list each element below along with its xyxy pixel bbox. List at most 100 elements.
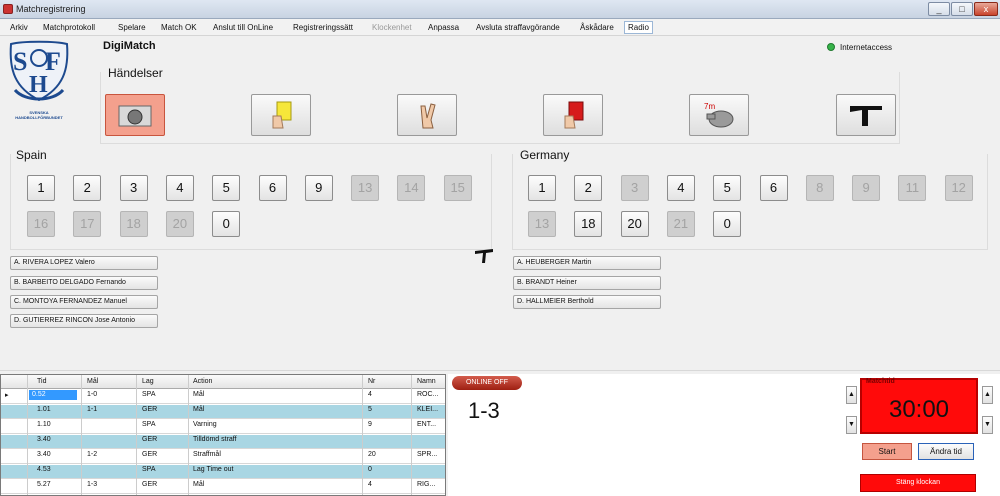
home-official-d[interactable]: D. GUTIERREZ RINCON Jose Antonio [10,314,158,328]
cell-action: Mål [193,481,205,488]
away-player-12-button[interactable]: 12 [944,175,973,201]
table-row[interactable]: 3.40 1-2 GER Straffmål 20 SPR... [1,450,445,464]
away-player-21-button[interactable]: 21 [666,211,695,237]
away-player-11-button[interactable]: 11 [898,175,927,201]
col-action[interactable]: Action [193,378,212,385]
away-official-a[interactable]: A. HEUBERGER Martin [513,256,661,270]
home-player-17-button[interactable]: 17 [73,211,102,237]
clock-left-down-button[interactable]: ▼ [846,416,857,434]
events-title: Händelser [108,66,163,80]
close-button[interactable]: x [974,2,998,16]
menu-anpassa[interactable]: Anpassa [428,23,459,32]
home-player-18-button[interactable]: 18 [119,211,148,237]
table-row[interactable]: 3.40 GER Tilldömd straff [1,435,445,449]
event-timeout-button[interactable] [836,94,896,136]
away-player-3-button[interactable]: 3 [620,175,649,201]
cell-tid: 5.27 [37,481,51,488]
col-lag[interactable]: Lag [142,378,154,385]
col-mal[interactable]: Mål [87,378,98,385]
menu-avsluta-straff[interactable]: Avsluta straffavgörande [476,23,560,32]
event-two-minutes-button[interactable] [397,94,457,136]
home-player-13-button[interactable]: 13 [351,175,380,201]
minimize-button[interactable]: _ [928,2,950,16]
match-clock-label: Matchtid [866,378,895,385]
start-clock-button[interactable]: Start [862,443,912,460]
menu-matchprotokoll[interactable]: Matchprotokoll [43,23,95,32]
home-player-14-button[interactable]: 14 [397,175,426,201]
home-player-2-button[interactable]: 2 [73,175,102,201]
away-player-9-button[interactable]: 9 [852,175,881,201]
online-status-button[interactable]: ONLINE OFF [452,376,522,390]
cell-mal: 1-3 [87,481,98,488]
menu-bar: Arkiv Matchprotokoll Spelare Match OK An… [0,19,1000,36]
menu-radio[interactable]: Radio [624,21,653,34]
cell-lag: GER [142,451,158,458]
event-7m-button[interactable]: 7m [689,94,749,136]
menu-arkiv[interactable]: Arkiv [10,23,28,32]
col-namn[interactable]: Namn [417,378,436,385]
home-player-9-button[interactable]: 9 [304,175,333,201]
away-player-4-button[interactable]: 4 [666,175,695,201]
cell-tid: 1.10 [37,421,51,428]
cell-action: Mål [193,391,205,398]
event-red-card-button[interactable] [543,94,603,136]
away-player-18-button[interactable]: 18 [574,211,603,237]
menu-spelare[interactable]: Spelare [118,23,146,32]
away-player-20-button[interactable]: 20 [620,211,649,237]
away-player-6-button[interactable]: 6 [759,175,788,201]
row-indicator-icon: ▸ [5,392,9,399]
menu-klockenhet[interactable]: Klockenhet [372,23,412,32]
away-official-b[interactable]: B. BRANDT Heiner [513,276,661,290]
home-player-4-button[interactable]: 4 [165,175,194,201]
event-yellow-card-button[interactable] [251,94,311,136]
away-player-1-button[interactable]: 1 [528,175,556,201]
table-row[interactable]: 1.10 SPA Varning 9 ENT... [1,420,445,434]
menu-registreringssatt[interactable]: Registreringssätt [293,23,353,32]
cell-mal: 1-1 [87,406,98,413]
clock-stop-bar[interactable]: Stäng klockan [860,474,976,492]
away-player-8-button[interactable]: 8 [805,175,834,201]
clock-left-up-button[interactable]: ▲ [846,386,857,404]
table-row[interactable]: 5.27 1-3 GER Mål 4 RIG... [1,480,445,494]
cell-namn: ROC... [417,391,439,398]
events-table[interactable]: Tid Mål Lag Action Nr Namn ▸ 0.52 1-0 SPA Må… [0,374,446,496]
event-goal-button[interactable] [105,94,165,136]
away-player-0-button[interactable]: 0 [713,211,742,237]
col-tid[interactable]: Tid [37,378,46,385]
seven-meter-badge: 7m [704,102,715,111]
logo-caption: SVENSKA HANDBOLLFÖRBUNDET [15,110,63,120]
home-player-5-button[interactable]: 5 [212,175,241,201]
home-player-3-button[interactable]: 3 [119,175,148,201]
menu-anslut-online[interactable]: Anslut till OnLine [213,23,273,32]
away-player-5-button[interactable]: 5 [713,175,742,201]
home-official-a[interactable]: A. RIVERA LOPEZ Valero [10,256,158,270]
away-player-2-button[interactable]: 2 [574,175,603,201]
clock-right-down-button[interactable]: ▼ [982,416,993,434]
cell-mal: 1-0 [87,391,98,398]
clock-right-up-button[interactable]: ▲ [982,386,993,404]
menu-match-ok[interactable]: Match OK [161,23,197,32]
home-player-0-button[interactable]: 0 [212,211,241,237]
maximize-button[interactable]: □ [951,2,973,16]
svg-text:H: H [29,72,48,98]
table-row[interactable]: 1.01 1-1 GER Mål 5 KLEI... [1,405,445,419]
col-nr[interactable]: Nr [368,378,375,385]
home-player-20-button[interactable]: 20 [165,211,194,237]
table-row[interactable]: ▸ 0.52 1-0 SPA Mål 4 ROC... [1,390,445,404]
cell-namn: SPR... [417,451,438,458]
table-row[interactable]: 4.53 SPA Lag Time out 0 [1,465,445,479]
home-player-15-button[interactable]: 15 [443,175,472,201]
home-official-c[interactable]: C. MONTOYA FERNANDEZ Manuel [10,295,158,309]
change-time-button[interactable]: Ändra tid [918,443,974,460]
away-player-13-button[interactable]: 13 [528,211,556,237]
home-player-1-button[interactable]: 1 [27,175,55,201]
cell-lag: GER [142,436,158,443]
away-official-d[interactable]: D. HALLMEIER Berthold [513,295,661,309]
grid-line [27,375,28,495]
home-player-16-button[interactable]: 16 [27,211,55,237]
home-official-b[interactable]: B. BARBEITO DELGADO Fernando [10,276,158,290]
timeout-marker-icon [474,248,494,266]
menu-askadare[interactable]: Åskådare [580,23,614,32]
cell-nr: 5 [368,406,372,413]
home-player-6-button[interactable]: 6 [258,175,287,201]
